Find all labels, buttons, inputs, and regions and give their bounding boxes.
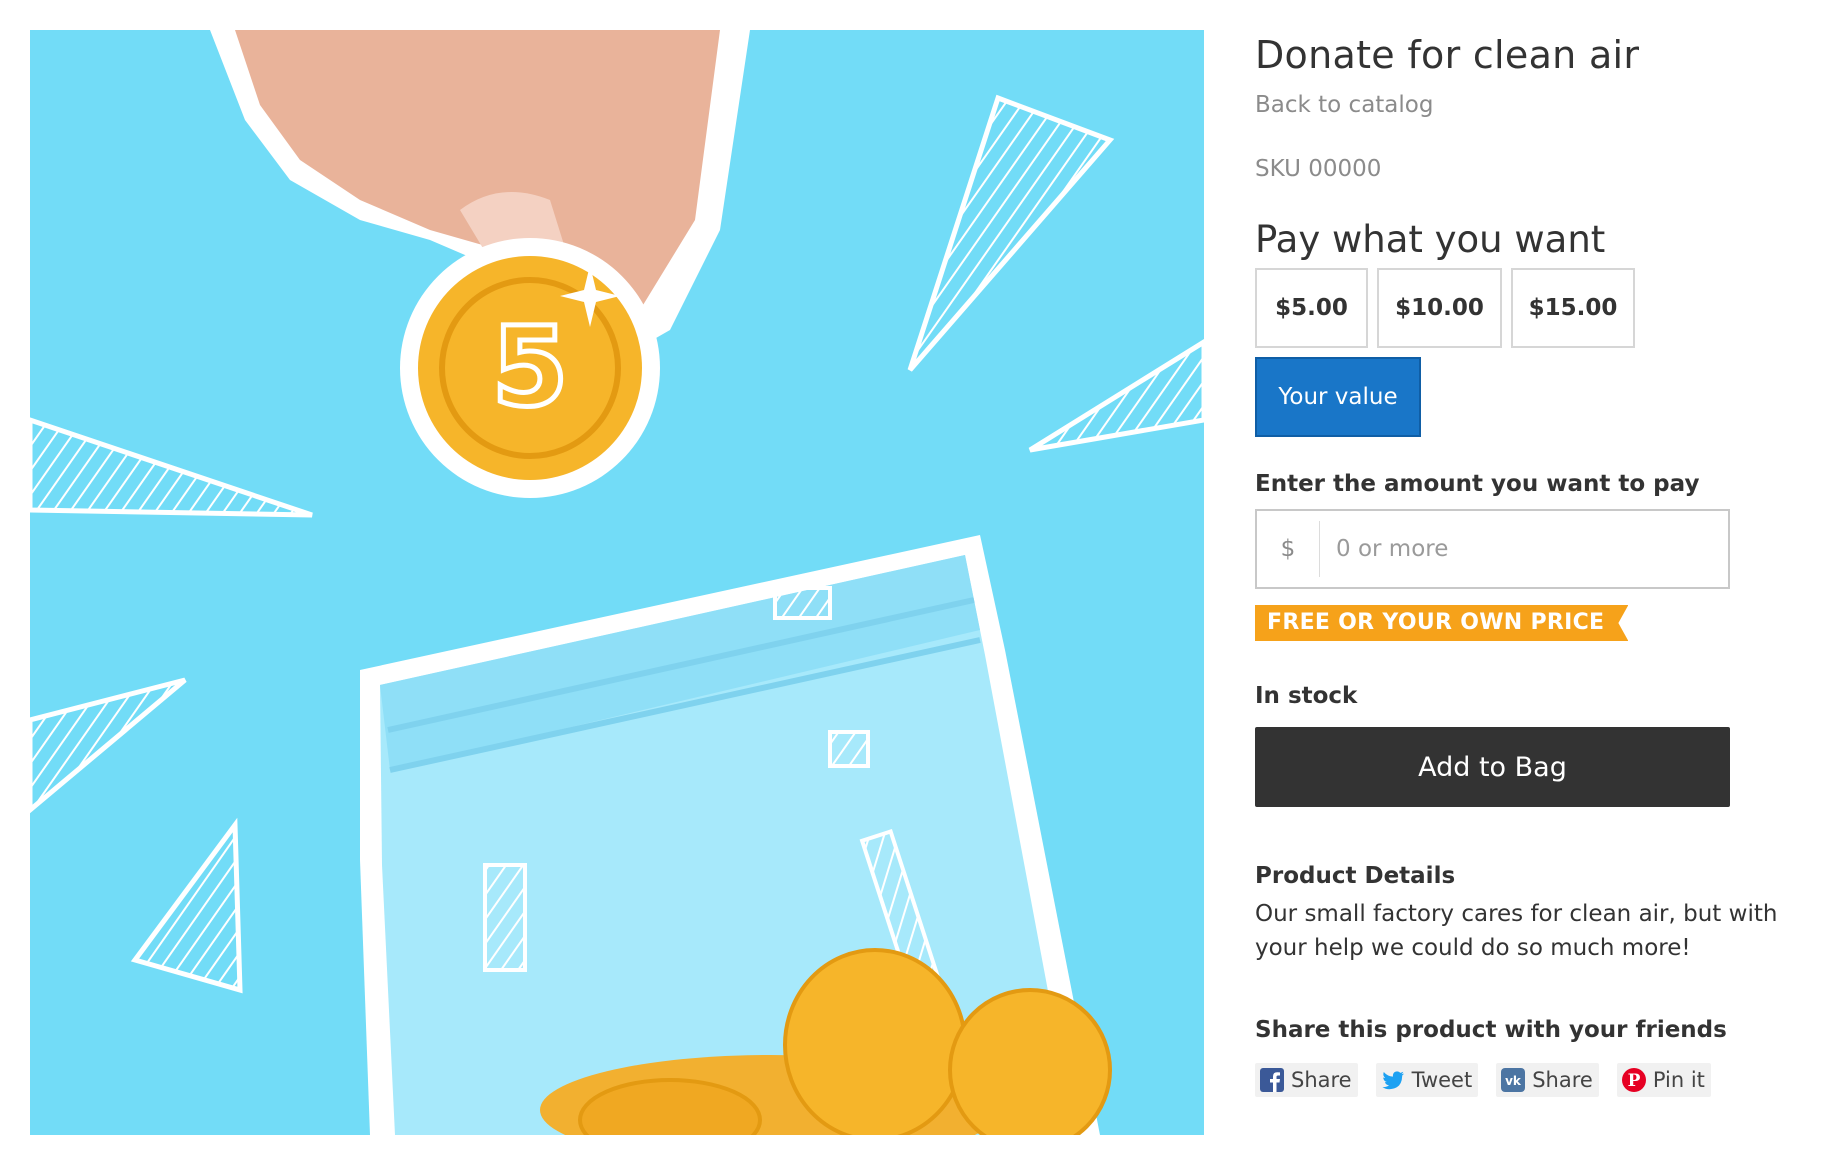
currency-symbol: $ xyxy=(1257,521,1320,577)
twitter-share-button[interactable]: Tweet xyxy=(1375,1063,1479,1097)
price-options: $5.00 $10.00 $15.00 xyxy=(1255,268,1815,348)
free-price-ribbon: FREE OR YOUR OWN PRICE xyxy=(1255,605,1628,641)
share-heading: Share this product with your friends xyxy=(1255,1017,1727,1043)
tweet-label: Tweet xyxy=(1411,1068,1473,1092)
coin-illustration: 5 xyxy=(400,238,660,498)
svg-text:vk: vk xyxy=(1505,1074,1522,1088)
amount-input[interactable] xyxy=(1320,511,1728,587)
facebook-icon xyxy=(1259,1067,1285,1093)
product-image: 5 xyxy=(30,30,1204,1135)
twitter-icon xyxy=(1380,1067,1406,1093)
vk-share-button[interactable]: vk Share xyxy=(1496,1063,1599,1097)
amount-label: Enter the amount you want to pay xyxy=(1255,471,1700,497)
stock-status: In stock xyxy=(1255,683,1358,709)
facebook-share-button[interactable]: Share xyxy=(1255,1063,1358,1097)
back-to-catalog-link[interactable]: Back to catalog xyxy=(1255,92,1433,118)
price-option-10[interactable]: $10.00 xyxy=(1377,268,1502,348)
share-label: Share xyxy=(1532,1068,1593,1092)
pinterest-share-button[interactable]: P Pin it xyxy=(1616,1063,1711,1097)
product-panel: Donate for clean air Back to catalog SKU… xyxy=(1255,28,1815,1097)
product-details-text: Our small factory cares for clean air, b… xyxy=(1255,901,1778,961)
price-option-5[interactable]: $5.00 xyxy=(1255,268,1368,348)
pay-what-you-want-heading: Pay what you want xyxy=(1255,218,1606,261)
pin-it-label: Pin it xyxy=(1652,1068,1705,1092)
product-sku: SKU 00000 xyxy=(1255,156,1382,182)
amount-field: $ xyxy=(1255,509,1730,589)
add-to-bag-button[interactable]: Add to Bag xyxy=(1255,727,1730,807)
product-details-heading: Product Details xyxy=(1255,863,1456,889)
donation-jar-illustration: 5 xyxy=(30,30,1204,1135)
svg-text:P: P xyxy=(1627,1071,1640,1091)
your-value-button[interactable]: Your value xyxy=(1255,357,1421,437)
vk-icon: vk xyxy=(1500,1067,1526,1093)
product-title: Donate for clean air xyxy=(1255,33,1640,77)
svg-text:5: 5 xyxy=(492,303,569,431)
share-label: Share xyxy=(1291,1068,1352,1092)
share-buttons: Share Tweet vk Share P Pin it xyxy=(1255,1063,1815,1097)
price-option-15[interactable]: $15.00 xyxy=(1511,268,1635,348)
pinterest-icon: P xyxy=(1621,1067,1647,1093)
